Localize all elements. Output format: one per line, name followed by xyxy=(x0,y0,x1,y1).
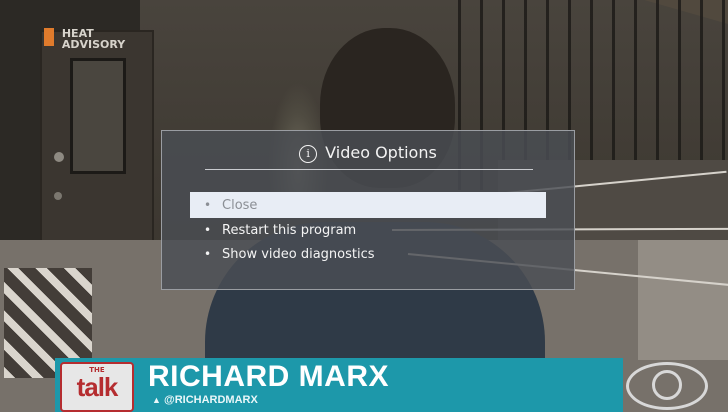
menu-item-restart-program[interactable]: • Restart this program xyxy=(190,217,546,243)
cbs-eye-pupil xyxy=(652,370,682,400)
sofa-arm xyxy=(638,240,728,360)
menu-item-label: Show video diagnostics xyxy=(222,247,375,262)
menu-item-video-diagnostics[interactable]: • Show video diagnostics xyxy=(190,241,546,267)
the-talk-logo: THE talk xyxy=(60,362,134,412)
bullet-icon: • xyxy=(204,223,212,237)
heat-advisory-text: HEAT ADVISORY xyxy=(61,27,126,51)
menu-item-close[interactable]: • Close xyxy=(190,192,546,218)
video-options-dialog: i Video Options • Close • Restart this prog… xyxy=(161,130,575,290)
guest-handle: ▲ @RICHARDMARX xyxy=(152,394,258,406)
twitter-bird-icon: ▲ xyxy=(152,395,161,405)
bullet-icon: • xyxy=(204,247,212,261)
bullet-icon: • xyxy=(204,198,212,212)
menu-item-label: Restart this program xyxy=(222,223,357,238)
dialog-title: Video Options xyxy=(325,143,437,162)
dialog-header: i Video Options xyxy=(162,143,574,163)
door-knob xyxy=(54,152,64,162)
wall-picture xyxy=(70,58,126,174)
guest-name: RICHARD MARX xyxy=(148,360,389,393)
talk-logo-text: talk xyxy=(76,372,119,402)
info-circle-icon: i xyxy=(299,145,318,163)
heat-advisory-badge: HEAT ADVISORY xyxy=(44,28,125,50)
menu-item-label: Close xyxy=(222,198,258,213)
door-lock xyxy=(54,192,62,200)
tv-screen: HEAT ADVISORY THE talk RICHARD MARX ▲ @R… xyxy=(0,0,728,412)
guest-handle-text: @RICHARDMARX xyxy=(163,394,258,406)
dialog-divider xyxy=(205,169,533,170)
heat-advisory-icon xyxy=(44,28,54,46)
